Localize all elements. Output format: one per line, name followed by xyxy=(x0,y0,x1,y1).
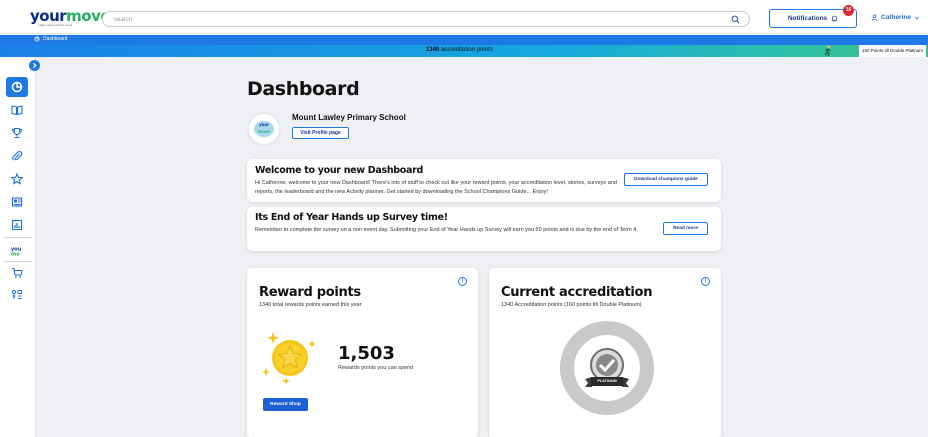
notifications-label: Notifications xyxy=(787,15,828,22)
reward-points-value: 1,503 xyxy=(338,343,395,364)
sidebar-divider xyxy=(4,261,32,262)
user-icon xyxy=(871,14,878,21)
school-logo: your move xyxy=(247,112,281,146)
breadcrumb[interactable]: Dashboard xyxy=(34,36,67,42)
download-champions-guide-button[interactable]: Download champions guide xyxy=(624,173,708,186)
sidebar-item-favourites[interactable] xyxy=(6,169,28,189)
sidebar-item-dashboard[interactable] xyxy=(6,77,28,97)
double-platinum-progress: 160 Points till Double Platinum xyxy=(858,45,926,57)
search-bar xyxy=(102,11,750,27)
survey-body: Remember to complete the survey on a non… xyxy=(255,227,638,233)
logo-tagline: make every journey count xyxy=(38,23,73,27)
chevron-right-icon xyxy=(33,62,37,69)
gold-star-coin-icon xyxy=(262,332,316,385)
breadcrumb-bar: Dashboard xyxy=(0,35,928,45)
visit-profile-button[interactable]: Visit Profile page xyxy=(292,127,349,139)
notifications-count-badge: 16 xyxy=(843,5,854,16)
user-menu[interactable]: Catherine xyxy=(871,14,920,21)
sidebar-item-reports[interactable] xyxy=(6,215,28,235)
welcome-body: Hi Catherine, welcome to your new Dashbo… xyxy=(255,180,617,195)
sidebar: you mo xyxy=(0,57,36,437)
top-bar: yourmove make every journey count Notifi… xyxy=(0,0,928,34)
reward-info-icon[interactable]: i xyxy=(458,277,467,286)
accreditation-points-text: 1340 accreditation points xyxy=(426,47,493,53)
platinum-medal-icon xyxy=(585,348,629,387)
user-name: Catherine xyxy=(881,14,911,21)
your-move-logo[interactable]: yourmove make every journey count xyxy=(30,9,111,28)
sidebar-item-stories[interactable] xyxy=(6,100,28,120)
paperclip-icon xyxy=(12,150,23,161)
sidebar-divider xyxy=(4,237,32,238)
sidebar-item-resources[interactable] xyxy=(6,146,28,166)
breadcrumb-label: Dashboard xyxy=(43,36,68,42)
star-icon xyxy=(11,173,23,185)
current-accreditation-subtitle: 1340 Accreditation points (160 points ti… xyxy=(501,302,642,308)
accreditation-info-icon[interactable]: i xyxy=(701,277,710,286)
school-logo-text-move: move xyxy=(258,129,270,134)
bell-icon xyxy=(831,15,838,22)
chevron-down-icon xyxy=(914,16,920,19)
reward-points-title: Reward points xyxy=(259,285,361,300)
welcome-title: Welcome to your new Dashboard xyxy=(255,165,424,176)
pie-chart-icon xyxy=(11,81,23,93)
accreditation-level-label: PLATINUM xyxy=(597,379,617,383)
bar-chart-icon xyxy=(11,219,23,231)
survey-title: Its End of Year Hands up Survey time! xyxy=(255,212,448,223)
cart-icon xyxy=(12,267,23,278)
survey-card: Its End of Year Hands up Survey time! Re… xyxy=(247,207,721,251)
read-more-button[interactable]: Read more xyxy=(663,222,708,235)
search-input[interactable] xyxy=(113,14,713,25)
school-name: Mount Lawley Primary School xyxy=(292,113,406,122)
sidebar-item-surveys[interactable] xyxy=(6,192,28,212)
svg-text:mo: mo xyxy=(11,252,20,258)
survey-icon xyxy=(11,197,23,207)
runner-icon xyxy=(824,45,831,57)
sidebar-item-leaderboard[interactable] xyxy=(6,123,28,143)
dashboard-crumb-icon xyxy=(34,36,40,42)
welcome-card: Welcome to your new Dashboard Hi Catheri… xyxy=(247,159,721,202)
search-icon[interactable] xyxy=(731,15,740,24)
sidebar-collapse-button[interactable] xyxy=(29,60,40,71)
current-accreditation-title: Current accreditation xyxy=(501,285,653,300)
accreditation-banner: 1340 accreditation points 160 Points til… xyxy=(0,45,928,57)
sidebar-item-your-move[interactable]: you mo xyxy=(6,241,28,261)
reward-points-subtitle: 1340 total rewards points earned this ye… xyxy=(259,302,362,308)
sidebar-item-reward-shop[interactable] xyxy=(6,263,28,283)
reward-points-value-label: Rewards points you can spend xyxy=(338,365,414,371)
accreditation-points-label: accreditation points xyxy=(441,47,493,53)
current-accreditation-card: i Current accreditation 1340 Accreditati… xyxy=(489,268,721,437)
page-title: Dashboard xyxy=(247,78,360,100)
sidebar-item-activity-planner[interactable] xyxy=(6,285,28,305)
book-open-icon xyxy=(11,105,23,116)
planner-icon xyxy=(12,290,22,299)
reward-shop-button[interactable]: Reward Shop xyxy=(263,398,308,411)
school-logo-text-your: your xyxy=(259,122,269,127)
school-logo-mark: your move xyxy=(254,121,274,137)
accreditation-points-value: 1340 xyxy=(426,47,440,53)
your-move-logo-icon: you mo xyxy=(11,247,22,258)
reward-points-card: i Reward points 1340 total rewards point… xyxy=(247,268,478,437)
trophy-icon xyxy=(11,127,23,139)
